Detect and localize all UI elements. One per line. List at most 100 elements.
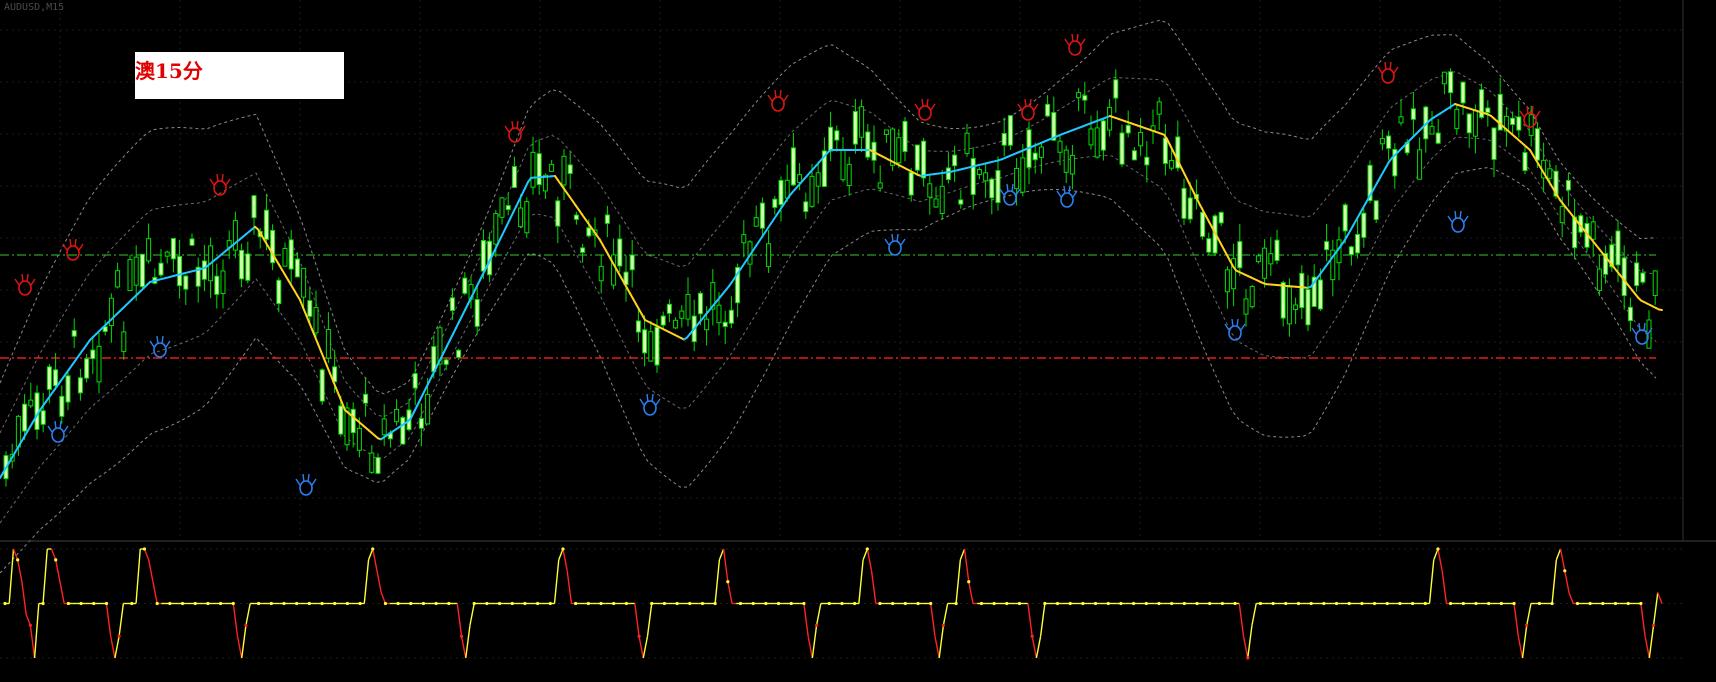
osc-point — [1449, 602, 1452, 605]
candle-body — [444, 360, 448, 364]
candle-body — [742, 235, 746, 243]
ma-segment — [1197, 199, 1200, 205]
price-chart[interactable] — [0, 0, 1716, 678]
osc-point — [168, 602, 171, 605]
osc-point — [105, 602, 108, 605]
candle-body — [481, 241, 485, 272]
candle-body — [1300, 273, 1304, 307]
osc-segment — [111, 636, 115, 658]
candle-body — [122, 332, 126, 352]
candle-body — [866, 132, 870, 157]
candle-body — [1126, 125, 1130, 133]
candle-body — [1517, 117, 1521, 130]
osc-point — [777, 602, 780, 605]
osc-point — [1272, 602, 1275, 605]
candle-body — [1294, 305, 1298, 310]
osc-point — [320, 602, 323, 605]
osc-point — [1132, 602, 1135, 605]
candle-body — [996, 171, 1000, 203]
ma-segment — [522, 188, 525, 194]
osc-point — [828, 602, 831, 605]
candle-body — [1021, 158, 1025, 192]
osc-segment — [1248, 625, 1252, 658]
fractal-down-hand-icon — [48, 421, 68, 442]
osc-point — [954, 602, 957, 605]
osc-point — [1538, 602, 1541, 605]
osc-point — [1360, 602, 1363, 605]
ma-segment — [1170, 145, 1173, 151]
candle-body — [1070, 155, 1074, 174]
candle-body — [860, 107, 864, 137]
osc-point — [397, 602, 400, 605]
osc-point — [587, 602, 590, 605]
fractal-up-hand-icon — [1378, 62, 1398, 83]
ma-segment — [456, 322, 459, 328]
osc-point — [714, 602, 717, 605]
candle-body — [1486, 108, 1490, 112]
osc-point — [574, 602, 577, 605]
osc-point — [726, 580, 729, 583]
osc-point — [16, 558, 19, 561]
osc-point — [1474, 602, 1477, 605]
candle-body — [1219, 212, 1223, 222]
osc-point — [688, 602, 691, 605]
candle-body — [1430, 126, 1434, 134]
osc-point — [1335, 602, 1338, 605]
candle-body — [1349, 247, 1353, 255]
candle-body — [773, 199, 777, 207]
osc-segment — [1527, 604, 1531, 626]
candle-body — [178, 257, 182, 286]
ma-segment — [303, 307, 306, 314]
osc-point — [993, 602, 996, 605]
osc-segment — [136, 549, 140, 604]
candle-body — [23, 404, 27, 431]
ma-segment — [1182, 169, 1185, 175]
candle-body — [202, 261, 206, 279]
ma-segment — [519, 194, 522, 200]
candle-body — [1318, 280, 1322, 309]
candle-body — [1653, 271, 1657, 296]
candle-body — [791, 148, 795, 185]
candle-body — [1573, 217, 1577, 248]
candle-body — [91, 350, 95, 358]
osc-point — [1601, 602, 1604, 605]
osc-point — [1157, 602, 1160, 605]
osc-point — [599, 602, 602, 605]
osc-segment — [1556, 549, 1560, 560]
candle-body — [525, 202, 529, 233]
candle-body — [1362, 213, 1366, 237]
osc-point — [1195, 602, 1198, 605]
osc-segment — [1514, 604, 1518, 637]
osc-segment — [867, 549, 871, 571]
candle-body — [1077, 93, 1081, 98]
osc-point — [219, 602, 222, 605]
osc-segment — [246, 604, 250, 626]
candle-body — [1101, 121, 1105, 150]
candle-body — [1132, 151, 1136, 160]
candle-body — [587, 228, 591, 236]
fractal-up-hand-icon — [915, 99, 935, 120]
candle-body — [1157, 102, 1161, 114]
osc-point — [815, 624, 818, 627]
candle-body — [78, 378, 82, 393]
candle-body — [562, 156, 566, 185]
overlay-label: 澳15分 — [135, 55, 203, 84]
candle-body — [395, 409, 399, 421]
osc-segment — [457, 604, 461, 637]
osc-segment — [1518, 636, 1522, 658]
candle-body — [1225, 270, 1229, 292]
osc-segment — [1252, 604, 1256, 626]
osc-segment — [60, 582, 64, 604]
candle-body — [661, 316, 665, 325]
candle-body — [41, 411, 45, 425]
osc-segment — [369, 549, 373, 560]
candle-body — [1256, 256, 1260, 262]
candle-body — [1442, 72, 1446, 84]
candle-body — [1411, 109, 1415, 119]
osc-point — [435, 602, 438, 605]
osc-point — [878, 602, 881, 605]
fractal-up-hand-icon — [505, 121, 525, 142]
osc-point — [1348, 602, 1351, 605]
fractal-up-hand-icon — [210, 174, 230, 195]
osc-segment — [817, 604, 821, 626]
